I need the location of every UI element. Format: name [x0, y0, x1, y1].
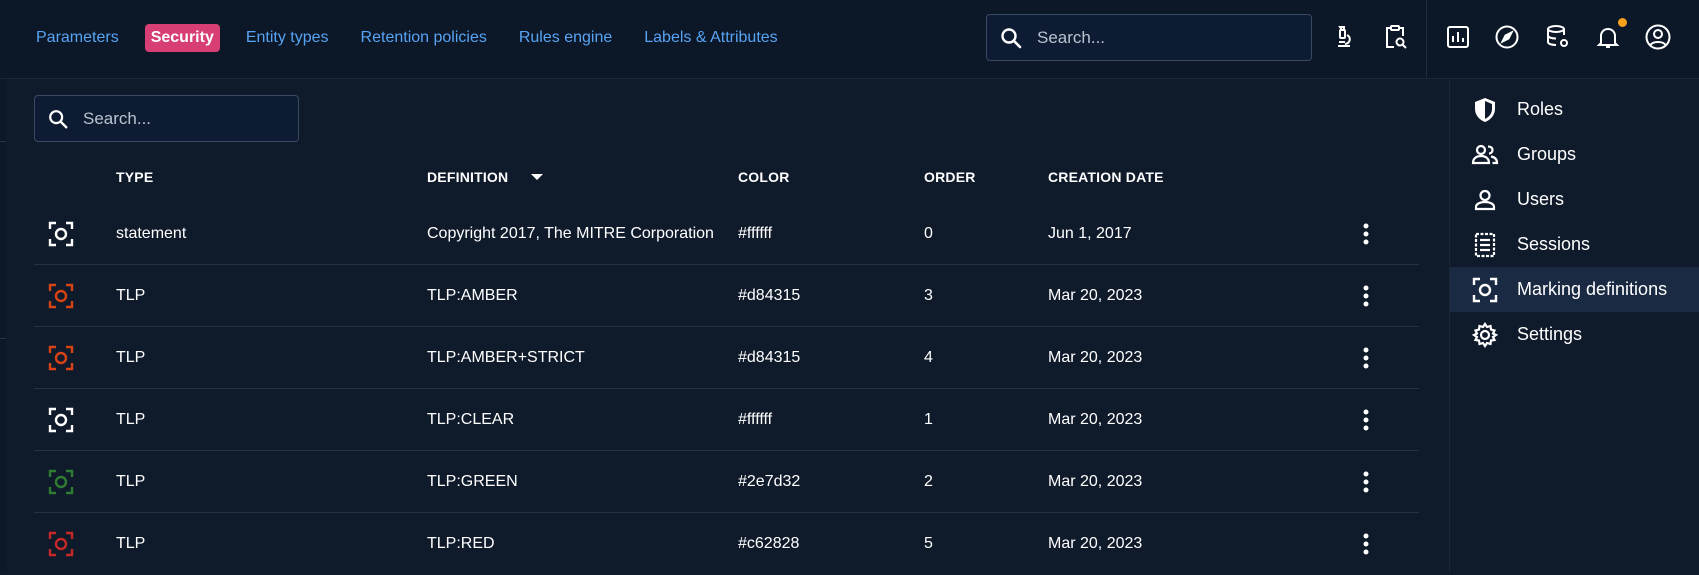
sidebar-item-label: Marking definitions [1517, 279, 1668, 299]
sidebar-item-settings[interactable]: Settings [1450, 312, 1699, 357]
cell-color: #c62828 [738, 535, 800, 552]
cell-color: #2e7d32 [738, 472, 801, 490]
sidebar-item-marking-definitions[interactable]: Marking definitions [1450, 267, 1699, 312]
tab-rules-engine[interactable]: Rules engine [513, 24, 618, 52]
cell-creation-date: Mar 20, 2023 [1048, 286, 1143, 304]
marking-icon [48, 221, 74, 246]
marking-icon [1471, 276, 1499, 304]
global-search-input[interactable] [1035, 26, 1279, 49]
tab-security[interactable]: Security [144, 24, 220, 52]
cell-creation-date: Mar 20, 2023 [1048, 410, 1143, 428]
cell-type: TLP [116, 410, 146, 428]
cell-definition: Copyright 2017, The MITRE Corporation [427, 224, 714, 242]
toolbar-divider [1426, 0, 1427, 79]
shield-icon [1471, 96, 1499, 124]
cell-creation-date: Jun 1, 2017 [1048, 224, 1132, 242]
more-vert-icon[interactable] [1355, 283, 1377, 309]
table-row[interactable]: TLP TLP:AMBER #d84315 3 Mar 20, 2023 [34, 265, 1419, 327]
cell-type: statement [116, 224, 187, 242]
cell-definition: TLP:RED [427, 535, 495, 552]
sidebar-item-label: Roles [1517, 99, 1564, 119]
table-row[interactable]: TLP TLP:CLEAR #ffffff 1 Mar 20, 2023 [34, 389, 1419, 451]
compass-icon[interactable] [1492, 22, 1522, 52]
cell-type: TLP [116, 348, 146, 366]
tab-entity-types[interactable]: Entity types [240, 24, 335, 52]
microscope-icon[interactable] [1328, 22, 1358, 52]
sidebar-item-groups[interactable]: Groups [1450, 132, 1699, 177]
more-vert-icon[interactable] [1355, 221, 1377, 247]
cell-definition: TLP:AMBER [427, 286, 518, 304]
cell-definition: TLP:AMBER+STRICT [427, 348, 585, 366]
cell-type: TLP [116, 286, 146, 304]
cell-order: 3 [924, 286, 933, 304]
database-settings-icon[interactable] [1543, 22, 1573, 52]
more-vert-icon[interactable] [1355, 345, 1377, 371]
marking-search-input[interactable] [81, 107, 275, 130]
cell-color: #ffffff [738, 224, 773, 242]
search-icon [1001, 27, 1022, 48]
cell-definition: TLP:CLEAR [427, 410, 515, 428]
search-icon [49, 109, 68, 128]
header-definition[interactable]: DEFINITION [427, 169, 508, 185]
cell-creation-date: Mar 20, 2023 [1048, 348, 1143, 366]
cell-definition: TLP:GREEN [427, 472, 518, 490]
gear-icon [1471, 321, 1499, 349]
security-sidebar: Roles Groups Users Sessions Marking defi… [1449, 80, 1699, 573]
more-vert-icon[interactable] [1355, 531, 1377, 557]
cell-order: 4 [924, 348, 933, 366]
cell-creation-date: Mar 20, 2023 [1048, 472, 1143, 490]
cell-order: 5 [924, 535, 933, 552]
cell-order: 2 [924, 472, 933, 490]
clipboard-search-icon[interactable] [1380, 22, 1410, 52]
cell-color: #d84315 [738, 286, 801, 304]
table-row[interactable]: statement Copyright 2017, The MITRE Corpo… [34, 203, 1419, 265]
header-creation-date[interactable]: CREATION DATE [1048, 169, 1164, 185]
tab-retention-policies[interactable]: Retention policies [355, 24, 493, 52]
groups-icon [1471, 141, 1499, 169]
top-bar: Parameters Security Entity types Retenti… [0, 0, 1699, 79]
tab-labels-attributes[interactable]: Labels & Attributes [638, 24, 783, 52]
header-color[interactable]: COLOR [738, 169, 790, 185]
marking-icon [48, 469, 74, 494]
dashboard-chart-icon[interactable] [1443, 22, 1473, 52]
sort-desc-icon[interactable] [530, 172, 544, 182]
cell-creation-date: Mar 20, 2023 [1048, 535, 1143, 552]
marking-search[interactable] [34, 95, 299, 142]
sidebar-item-users[interactable]: Users [1450, 177, 1699, 222]
tab-parameters[interactable]: Parameters [30, 24, 125, 52]
sidebar-item-label: Sessions [1517, 234, 1591, 254]
table-row[interactable]: TLP TLP:RED #c62828 5 Mar 20, 2023 [34, 513, 1419, 575]
marking-icon [48, 345, 74, 370]
sessions-icon [1471, 231, 1499, 259]
cell-order: 0 [924, 224, 933, 242]
marking-icon [48, 407, 74, 432]
more-vert-icon[interactable] [1355, 469, 1377, 495]
account-circle-icon[interactable] [1643, 22, 1673, 52]
header-order[interactable]: ORDER [924, 169, 976, 185]
sidebar-item-label: Users [1517, 189, 1565, 209]
sidebar-item-label: Groups [1517, 144, 1577, 164]
settings-nav: Parameters Security Entity types Retenti… [30, 24, 804, 52]
bell-icon[interactable] [1593, 22, 1623, 52]
table-row[interactable]: TLP TLP:AMBER+STRICT #d84315 4 Mar 20, 2023 [34, 327, 1419, 389]
user-icon [1471, 186, 1499, 214]
cell-color: #d84315 [738, 348, 801, 366]
cell-order: 1 [924, 410, 933, 428]
cell-type: TLP [116, 535, 146, 552]
sidebar-item-sessions[interactable]: Sessions [1450, 222, 1699, 267]
more-vert-icon[interactable] [1355, 407, 1377, 433]
left-collapsed-rail [0, 79, 6, 573]
cell-type: TLP [116, 472, 146, 490]
sidebar-item-roles[interactable]: Roles [1450, 87, 1699, 132]
header-type[interactable]: TYPE [116, 169, 153, 185]
global-search[interactable] [986, 14, 1312, 61]
marking-icon [48, 283, 74, 308]
notification-badge [1618, 18, 1627, 27]
marking-icon [48, 531, 74, 557]
cell-color: #ffffff [738, 410, 773, 428]
table-row[interactable]: TLP TLP:GREEN #2e7d32 2 Mar 20, 2023 [34, 451, 1419, 513]
sidebar-item-label: Settings [1517, 324, 1583, 344]
